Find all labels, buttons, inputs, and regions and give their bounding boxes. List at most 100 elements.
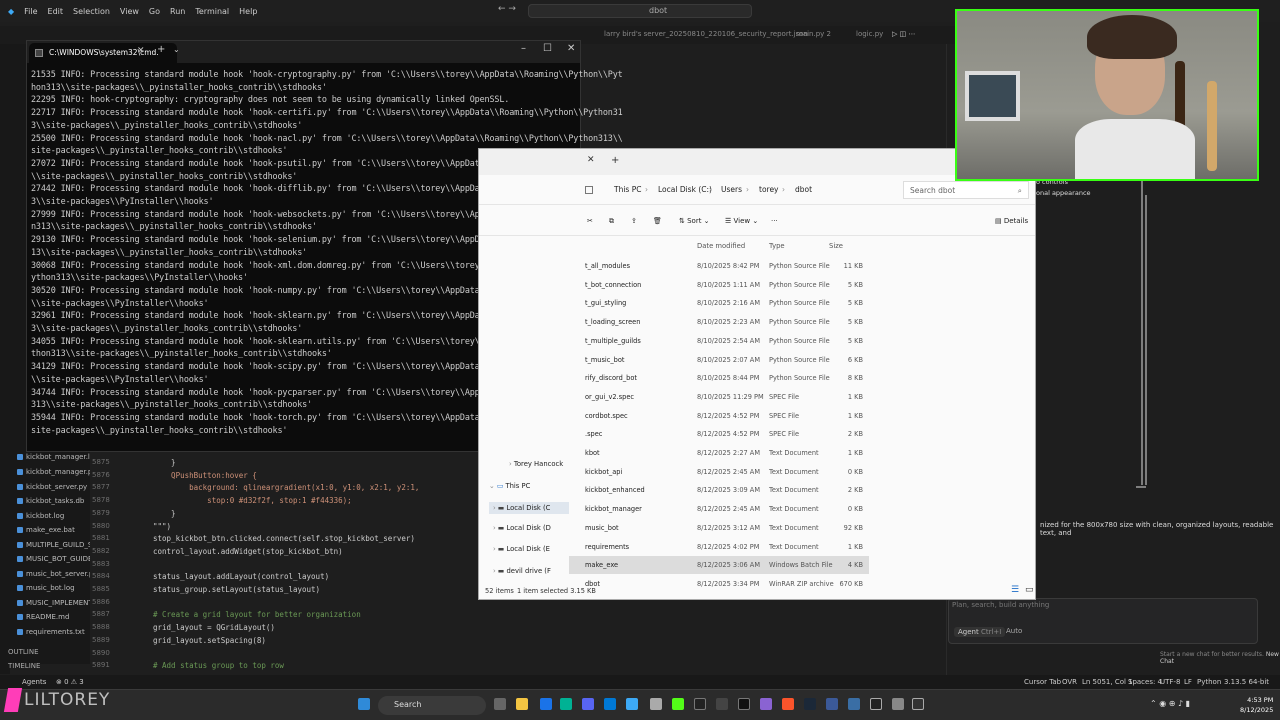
app-icon[interactable] [826,698,838,710]
app-icon[interactable] [650,698,662,710]
cmd-tab[interactable]: C:\WINDOWS\system32\cmd. ✕ [29,43,177,63]
menu-edit[interactable]: Edit [48,7,64,16]
file-explorer-icon[interactable] [516,698,528,710]
file-row[interactable]: rify_discord_bot 8/10/2025 8:44 PM Python … [569,369,869,387]
system-tray-icons[interactable]: ⌃ ◉ ⊕ ♪ ▮ [1150,699,1190,708]
status-ovr[interactable]: OVR [1062,678,1077,686]
view-button[interactable]: ☰ View ⌄ [725,217,758,225]
sidebar-file[interactable]: make_exe.bat [17,526,75,534]
status-cursor-tab[interactable]: Cursor Tab [1024,678,1061,686]
outline-section[interactable]: OUTLINE [8,648,39,656]
sidebar-file[interactable]: requirements.txt [17,628,85,636]
file-row[interactable]: kickbot_enhanced 8/12/2025 3:09 AM Text Do… [569,481,869,499]
chrome-icon[interactable] [540,698,552,710]
details-view-icon[interactable]: ☰ [1011,585,1019,595]
tab-logic-py[interactable]: logic.py [856,30,883,38]
tab-security-report[interactable]: larry bird's server_20250810_220106_secu… [604,30,808,38]
nav-item-user[interactable]: › Torey Hancock [509,460,563,468]
more-button[interactable]: ··· [771,217,778,225]
file-row[interactable]: t_music_bot 8/10/2025 2:07 AM Python Sourc… [569,351,869,369]
menu-run[interactable]: Run [170,7,185,16]
nav-item-local-disk-e[interactable]: › ▬ Local Disk (E [493,545,550,553]
status-language[interactable]: Python [1197,678,1221,686]
chevron-down-icon[interactable]: ⌄ [173,45,180,54]
column-size[interactable]: Size [829,242,843,250]
share-icon[interactable]: ⇪ [631,217,637,225]
menu-file[interactable]: File [24,7,37,16]
command-search-input[interactable]: dbot [528,4,752,18]
file-row[interactable]: kbot 8/12/2025 2:27 AM Text Document 1 KB [569,444,869,462]
file-row[interactable]: t_multiple_guilds 8/10/2025 2:54 AM Python… [569,332,869,350]
file-row[interactable]: cordbot.spec 8/12/2025 4:52 PM SPEC File 1 … [569,407,869,425]
app-icon[interactable] [716,698,728,710]
cursor-icon[interactable] [738,698,750,710]
sidebar-file[interactable]: kickbot_server.py [17,483,87,491]
obs-icon[interactable] [694,698,706,710]
file-row[interactable]: t_gui_styling 8/10/2025 2:16 AM Python Sou… [569,294,869,312]
close-icon[interactable]: ✕ [567,43,575,54]
explorer-search-input[interactable]: Search dbot ⌕ [903,181,1029,199]
breadcrumb-users[interactable]: Users [721,185,742,194]
file-row[interactable]: make_exe 8/12/2025 3:06 AM Windows Batch F… [569,556,869,575]
task-view-icon[interactable] [494,698,506,710]
nav-item-this-pc[interactable]: ⌄ ▭ This PC [489,482,530,490]
cut-icon[interactable]: ✂ [587,217,593,225]
vscode-icon[interactable] [626,698,638,710]
maximize-icon[interactable]: ☐ [543,43,552,54]
timeline-section[interactable]: TIMELINE [8,662,40,670]
file-row[interactable]: music_bot 8/12/2025 3:12 AM Text Document 9… [569,519,869,537]
menu-view[interactable]: View [120,7,139,16]
new-tab-icon[interactable]: + [157,44,165,55]
status-agents[interactable]: Agents [22,678,46,686]
sort-button[interactable]: ⇅ Sort ⌄ [679,217,710,225]
file-row[interactable]: t_bot_connection 8/10/2025 1:11 AM Python … [569,276,869,294]
file-row[interactable]: t_loading_screen 8/10/2025 2:23 AM Python … [569,313,869,331]
status-problems[interactable]: ⊗ 0 ⚠ 3 [56,678,84,686]
status-position[interactable]: Ln 5051, Col 1 [1082,678,1133,686]
terminal-icon[interactable] [870,698,882,710]
kick-icon[interactable] [672,698,684,710]
file-row[interactable]: requirements 8/12/2025 4:02 PM Text Docume… [569,538,869,556]
column-date[interactable]: Date modified [697,242,745,250]
sidebar-file[interactable]: music_bot_server.py [17,570,98,578]
status-interpreter[interactable]: 3.13.5 64-bit [1224,678,1269,686]
menu-terminal[interactable]: Terminal [195,7,229,16]
copy-icon[interactable]: ⧉ [609,217,614,226]
close-tab-icon[interactable]: ✕ [137,46,145,56]
close-tab-icon[interactable]: ✕ [587,155,595,165]
discord-icon[interactable] [582,698,594,710]
tab-main-py[interactable]: main.py 2 [796,30,831,38]
file-row[interactable]: kickbot_api 8/12/2025 2:45 AM Text Documen… [569,463,869,481]
file-row[interactable]: kickbot_manager 8/12/2025 2:45 AM Text Doc… [569,500,869,518]
start-icon[interactable] [358,698,370,710]
column-type[interactable]: Type [769,242,785,250]
sidebar-file[interactable]: kickbot_manager.log [17,453,99,461]
breadcrumb-this-pc[interactable]: This PC [614,185,641,194]
sidebar-file[interactable]: music_bot.log [17,584,75,592]
run-icon[interactable]: ▷ ◫ ⋯ [892,30,915,38]
file-row[interactable]: t_all_modules 8/10/2025 8:42 PM Python Sou… [569,257,869,275]
nav-item-devil-drive[interactable]: › ▬ devil drive (F [493,567,551,575]
nav-item-local-disk-c[interactable]: › ▬ Local Disk (C [489,502,569,514]
app-icon[interactable] [848,698,860,710]
app-icon[interactable] [760,698,772,710]
details-pane-button[interactable]: ▤ Details [995,217,1028,225]
status-eol[interactable]: LF [1184,678,1192,686]
delete-icon[interactable]: 🗑 [653,217,662,225]
sidebar-file[interactable]: kickbot_manager.py [17,468,97,476]
agent-mode-button[interactable]: Agent Ctrl+I [954,627,1006,637]
nav-arrows[interactable]: ← → [498,4,516,14]
tiles-view-icon[interactable]: ▭ [1025,585,1034,595]
breadcrumb-torey[interactable]: torey [759,185,779,194]
outlook-icon[interactable] [604,698,616,710]
explorer-titlebar[interactable]: ✕ + [479,149,1035,175]
new-tab-icon[interactable]: + [611,155,619,166]
model-auto-select[interactable]: Auto [1006,627,1022,635]
breadcrumb-dbot[interactable]: dbot [795,185,812,194]
brave-icon[interactable] [782,698,794,710]
status-encoding[interactable]: UTF-8 [1160,678,1180,686]
menu-go[interactable]: Go [149,7,160,16]
edge-icon[interactable] [560,698,572,710]
sidebar-file[interactable]: kickbot.log [17,512,64,520]
menu-help[interactable]: Help [239,7,257,16]
